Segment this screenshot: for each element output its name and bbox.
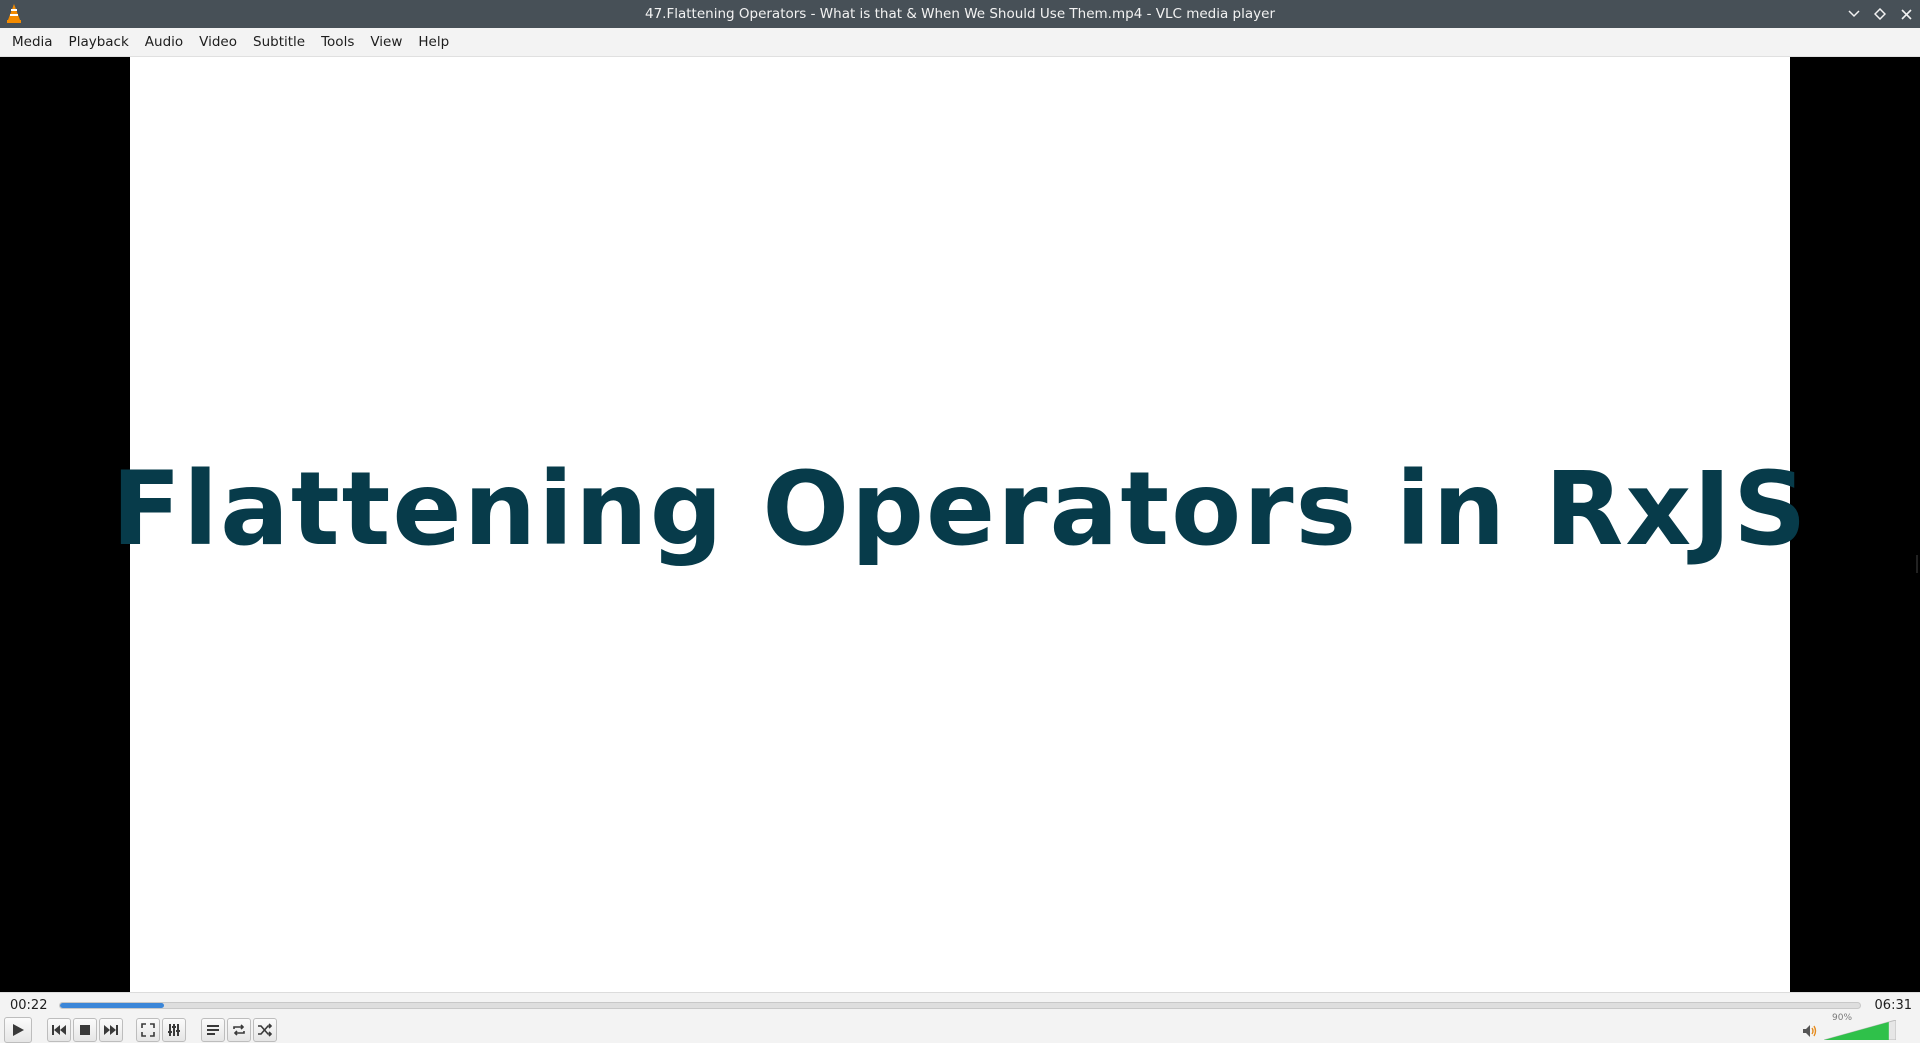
shuffle-button[interactable] <box>253 1018 277 1042</box>
menu-help[interactable]: Help <box>410 28 457 56</box>
menu-playback[interactable]: Playback <box>61 28 137 56</box>
fullscreen-icon <box>141 1023 155 1037</box>
slide-title: Flattening Operators in RxJS <box>111 450 1809 569</box>
video-area[interactable]: Flattening Operators in RxJS <box>0 57 1920 992</box>
window-title: 47.Flattening Operators - What is that &… <box>645 6 1275 22</box>
close-icon[interactable] <box>1898 6 1914 22</box>
menu-tools[interactable]: Tools <box>313 28 362 56</box>
loop-icon <box>233 1024 245 1036</box>
seek-slider[interactable] <box>59 1002 1861 1009</box>
skip-forward-icon <box>104 1025 118 1035</box>
shuffle-icon <box>258 1023 273 1037</box>
menu-media[interactable]: Media <box>4 28 61 56</box>
maximize-icon[interactable] <box>1872 6 1888 22</box>
elapsed-time[interactable]: 00:22 <box>10 998 47 1013</box>
speaker-icon[interactable] <box>1802 1024 1818 1038</box>
extended-settings-button[interactable] <box>162 1018 186 1042</box>
fullscreen-button[interactable] <box>136 1018 160 1042</box>
window-titlebar: 47.Flattening Operators - What is that &… <box>0 0 1920 28</box>
control-bar: 00:22 06:31 90% <box>0 992 1920 1043</box>
menu-video[interactable]: Video <box>191 28 245 56</box>
previous-button[interactable] <box>47 1018 71 1042</box>
minimize-icon[interactable] <box>1846 6 1862 22</box>
equalizer-icon <box>168 1024 180 1036</box>
volume-control: 90% <box>1802 1013 1914 1041</box>
video-frame: Flattening Operators in RxJS <box>111 57 1807 992</box>
skip-back-icon <box>52 1025 66 1035</box>
menu-subtitle[interactable]: Subtitle <box>245 28 313 56</box>
vlc-cone-icon <box>7 4 21 23</box>
menu-audio[interactable]: Audio <box>137 28 191 56</box>
volume-slider[interactable] <box>1824 1020 1896 1040</box>
next-button[interactable] <box>99 1018 123 1042</box>
window-controls <box>1846 0 1914 28</box>
play-button[interactable] <box>4 1017 32 1043</box>
seek-progress <box>60 1003 165 1008</box>
playlist-icon <box>207 1025 219 1035</box>
menu-view[interactable]: View <box>362 28 410 56</box>
total-time[interactable]: 06:31 <box>1875 998 1912 1013</box>
mouse-cursor-icon <box>1916 555 1920 573</box>
playlist-button[interactable] <box>201 1018 225 1042</box>
stop-button[interactable] <box>73 1018 97 1042</box>
play-icon <box>13 1024 24 1036</box>
stop-icon <box>80 1025 90 1035</box>
control-buttons <box>0 1017 1920 1043</box>
loop-button[interactable] <box>227 1018 251 1042</box>
menu-bar: Media Playback Audio Video Subtitle Tool… <box>0 28 1920 57</box>
